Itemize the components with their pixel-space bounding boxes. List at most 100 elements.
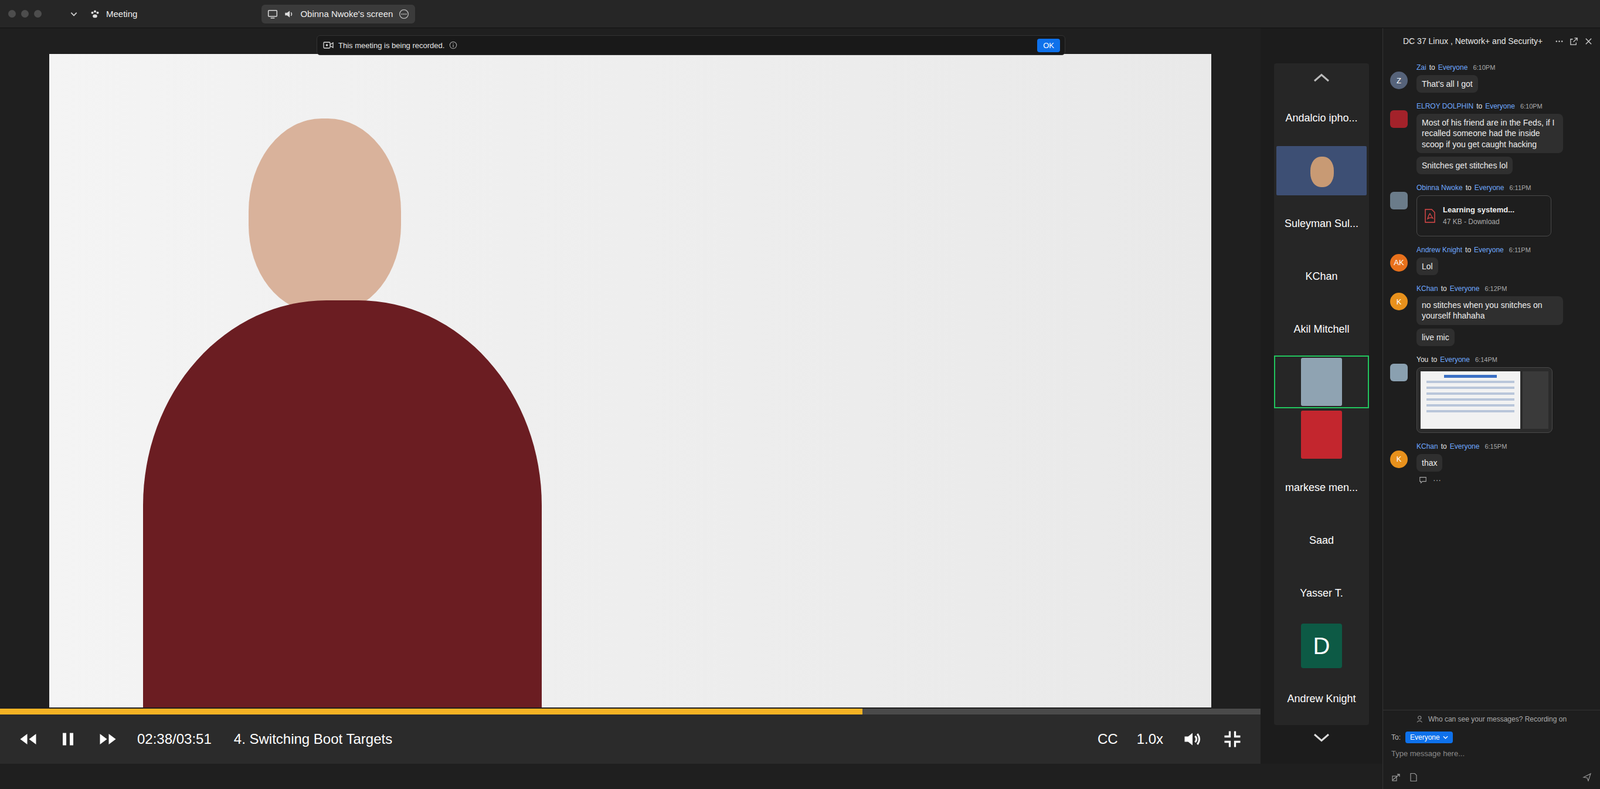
chat-message: KKChantoEveryone6:15PMthax···: [1390, 442, 1595, 485]
minimize-light[interactable]: [21, 9, 29, 18]
participant-tile[interactable]: Suleyman Sul...: [1274, 196, 1369, 250]
image-attachment[interactable]: [1416, 367, 1553, 433]
message-time: 6:12PM: [1484, 284, 1507, 292]
message-time: 6:10PM: [1472, 63, 1496, 71]
connector: to: [1431, 355, 1438, 364]
chat-composer: Who can see your messages? Recording on T…: [1383, 709, 1600, 789]
chevron-down-icon[interactable]: [69, 9, 78, 19]
participant-tile[interactable]: Yasser T.: [1274, 566, 1369, 620]
participant-tile[interactable]: [1274, 408, 1369, 461]
time-readout: 02:38/03:51: [137, 730, 212, 747]
participant-video: [1276, 145, 1367, 196]
volume-icon[interactable]: [1181, 728, 1204, 750]
participant-name: Suleyman Sul...: [1284, 217, 1359, 230]
sender-avatar: AK: [1390, 253, 1408, 272]
message-time: 6:10PM: [1520, 102, 1543, 110]
file-name: Learning systemd...: [1442, 205, 1515, 214]
participant-tile[interactable]: Andrew Knight: [1274, 671, 1369, 725]
participant-tile[interactable]: D: [1274, 619, 1369, 672]
sender-name: Obinna Nwoke: [1416, 183, 1463, 192]
banner-text: This meeting is being recorded.: [338, 41, 445, 50]
privacy-note[interactable]: Who can see your messages? Recording on: [1383, 710, 1600, 728]
forward-icon[interactable]: [97, 728, 119, 750]
participant-tile[interactable]: Saad: [1274, 513, 1369, 567]
speed-button[interactable]: 1.0x: [1136, 730, 1164, 747]
info-icon[interactable]: [449, 41, 458, 50]
chat-message: YoutoEveryone 6:14PM: [1390, 355, 1595, 433]
record-camera-icon: [323, 41, 334, 50]
exit-fullscreen-icon[interactable]: [1221, 728, 1243, 750]
connector: to: [1465, 245, 1472, 254]
stage: This meeting is being recorded. OK 02:38/0…: [0, 28, 1383, 789]
send-icon[interactable]: [1582, 772, 1592, 782]
participant-strip: Andalcio ipho... Suleyman Sul... KChan Akil…: [1260, 28, 1383, 764]
participant-tile[interactable]: [1274, 355, 1369, 409]
connector: to: [1441, 284, 1447, 293]
file-attachment[interactable]: Learning systemd... 47 KB - Download: [1416, 195, 1552, 237]
participant-name: Andalcio ipho...: [1285, 111, 1358, 125]
participant-name: KChan: [1305, 270, 1338, 283]
share-pill[interactable]: Obinna Nwoke's screen: [261, 4, 416, 24]
participant-tile[interactable]: markese men...: [1274, 460, 1369, 514]
rewind-icon[interactable]: [17, 728, 39, 750]
more-icon[interactable]: [398, 8, 410, 20]
participant-tile[interactable]: [1274, 144, 1369, 197]
recipient-dropdown[interactable]: Everyone: [1405, 731, 1453, 743]
zoom-light[interactable]: [34, 9, 42, 18]
chat-header: DC 37 Linux , Network+ and Security+: [1383, 28, 1600, 54]
popout-icon[interactable]: [1569, 36, 1579, 46]
progress-fill: [0, 708, 863, 715]
close-icon[interactable]: [1584, 36, 1593, 46]
more-actions[interactable]: ···: [1432, 474, 1442, 485]
participant-picture: [1300, 410, 1343, 459]
pause-icon[interactable]: [57, 728, 79, 750]
sender-avatar: K: [1390, 450, 1408, 468]
captions-button[interactable]: CC: [1097, 730, 1119, 747]
sender-name: KChan: [1416, 442, 1439, 451]
more-icon[interactable]: [1554, 36, 1564, 46]
recipient: Everyone: [1439, 355, 1470, 364]
presenter-head: [248, 118, 402, 312]
message-time: 6:14PM: [1475, 355, 1498, 363]
presenter-body: [143, 300, 542, 708]
screen-icon: [267, 8, 278, 20]
message-input[interactable]: Type message here...: [1383, 742, 1600, 769]
sender-name: Zai: [1416, 63, 1427, 72]
participant-tile[interactable]: KChan: [1274, 249, 1369, 303]
connector: to: [1441, 442, 1447, 451]
message-bubble: Lol: [1416, 257, 1439, 275]
message-bubble: Most of his friend are in the Feds, if I…: [1416, 113, 1564, 154]
close-light[interactable]: [8, 9, 16, 18]
participant-tile[interactable]: Andalcio ipho...: [1274, 91, 1369, 145]
participant-name: Akil Mitchell: [1293, 323, 1350, 336]
sender-avatar: K: [1390, 292, 1408, 311]
screenshot-icon[interactable]: [1391, 772, 1401, 782]
window-controls: [8, 9, 42, 18]
chat-message: ELROY DOLPHINtoEveryone6:10PMMost of his…: [1390, 102, 1595, 175]
scroll-up-icon[interactable]: [1312, 72, 1331, 83]
video-title: 4. Switching Boot Targets: [233, 730, 393, 747]
progress-bar[interactable]: [0, 708, 1261, 715]
privacy-person-icon: [1416, 714, 1425, 723]
reply-icon[interactable]: [1418, 475, 1428, 484]
recipient: Everyone: [1449, 284, 1480, 293]
pdf-file-icon: [1424, 208, 1436, 223]
scroll-down-icon[interactable]: [1312, 732, 1331, 743]
participant-tile[interactable]: Akil Mitchell: [1274, 302, 1369, 356]
chat-message: AKAndrew KnighttoEveryone6:11PMLol: [1390, 245, 1595, 275]
message-bubble: live mic: [1416, 328, 1455, 346]
participant-avatar: D: [1300, 623, 1343, 668]
sender-name: You: [1416, 355, 1429, 364]
ok-button[interactable]: OK: [1037, 38, 1061, 53]
recipient: Everyone: [1438, 63, 1469, 72]
message-time: 6:15PM: [1484, 442, 1507, 450]
chat-panel: DC 37 Linux , Network+ and Security+ZZai…: [1382, 28, 1600, 789]
file-icon[interactable]: [1408, 772, 1419, 782]
to-label: To:: [1391, 732, 1401, 742]
message-bubble: thax: [1416, 453, 1443, 472]
file-meta: 47 KB - Download: [1442, 217, 1515, 226]
message-list: ZZaitoEveryone6:10PMThat's all I gotELRO…: [1383, 53, 1600, 710]
sender-avatar: [1390, 110, 1408, 128]
participant-name: Yasser T.: [1299, 586, 1343, 600]
meeting-window: MeetingObinna Nwoke's screenThis meeting…: [0, 0, 1600, 789]
